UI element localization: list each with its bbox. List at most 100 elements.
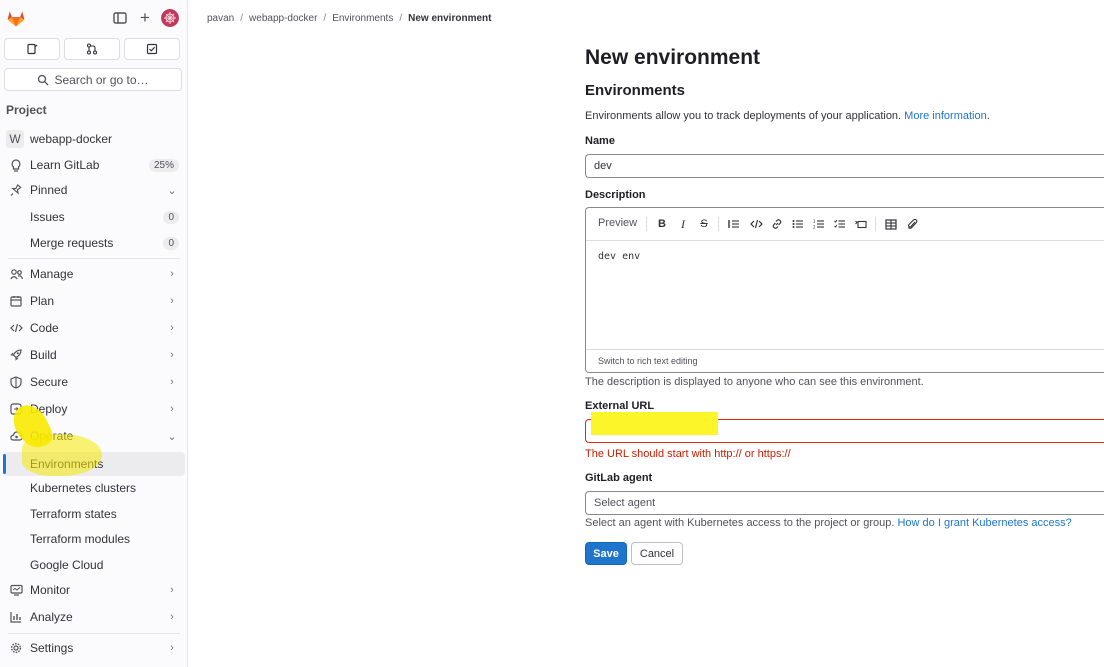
table-icon[interactable] (884, 217, 898, 231)
sidebar-item-label: Deploy (30, 402, 68, 416)
preview-tab[interactable]: Preview (598, 217, 637, 229)
agent-select[interactable]: Select agent (585, 491, 1104, 515)
active-indicator (3, 454, 6, 474)
sidebar: + Search or go to… Project W webapp-dock… (0, 0, 188, 667)
code-icon (8, 320, 24, 336)
breadcrumb-current[interactable]: New environment (408, 13, 491, 24)
name-label: Name (585, 135, 615, 147)
indent-icon[interactable] (854, 217, 868, 231)
monitor-icon (8, 582, 24, 598)
sidebar-item-label: Settings (30, 641, 74, 655)
sidebar-item-label: Monitor (30, 583, 71, 597)
project-link[interactable]: W webapp-docker (4, 127, 185, 151)
sidebar-item-label: Issues (30, 210, 65, 224)
chevron-right-icon: › (170, 403, 174, 415)
sidebar-item-google-cloud[interactable]: Google Cloud (4, 553, 185, 577)
external-url-label: External URL (585, 400, 655, 412)
chevron-right-icon: › (170, 376, 174, 388)
sidebar-item-plan[interactable]: Plan › (4, 289, 185, 313)
search-button[interactable]: Search or go to… (4, 68, 182, 91)
svg-text:1: 1 (813, 219, 816, 224)
editor-toolbar: Preview B I S 12 (586, 208, 1104, 241)
task-list-icon[interactable] (833, 217, 847, 231)
sidebar-item-label: Pinned (30, 183, 68, 197)
italic-icon[interactable]: I (676, 217, 690, 231)
chevron-right-icon: › (170, 268, 174, 280)
description-label: Description (585, 189, 646, 201)
paperclip-icon[interactable] (905, 217, 919, 231)
breadcrumb-item[interactable]: pavan (207, 13, 234, 24)
sidebar-item-terraform-modules[interactable]: Terraform modules (4, 527, 185, 551)
chevron-right-icon: › (170, 584, 174, 596)
intro-period: . (986, 110, 990, 122)
kubernetes-access-link[interactable]: How do I grant Kubernetes access? (897, 517, 1071, 529)
sidebar-item-label: Manage (30, 267, 74, 281)
switch-rich-text-button[interactable]: Switch to rich text editing (598, 356, 698, 366)
sidebar-item-monitor[interactable]: Monitor › (4, 578, 185, 602)
sidebar-item-build[interactable]: Build › (4, 343, 185, 367)
quote-icon[interactable] (727, 217, 741, 231)
gitlab-logo-icon[interactable] (6, 8, 26, 28)
agent-select-placeholder: Select agent (594, 497, 656, 509)
description-editor: Preview B I S 12 dev env Switch to rich … (585, 207, 1104, 373)
chevron-right-icon: › (170, 295, 174, 307)
agent-help-text: Select an agent with Kubernetes access t… (585, 517, 1072, 529)
chevron-right-icon: › (170, 322, 174, 334)
sidebar-item-merge-requests[interactable]: Merge requests 0 (4, 231, 185, 255)
issues-icon (27, 43, 38, 55)
sidebar-item-terraform-states[interactable]: Terraform states (4, 502, 185, 526)
gitlab-agent-label: GitLab agent (585, 472, 653, 484)
create-new-icon[interactable]: + (137, 8, 153, 27)
more-information-link[interactable]: More information (904, 110, 987, 122)
code-icon[interactable] (749, 217, 763, 231)
sidebar-item-analyze[interactable]: Analyze › (4, 605, 185, 629)
breadcrumb-item[interactable]: webapp-docker (249, 13, 317, 24)
bold-icon[interactable]: B (655, 217, 669, 231)
issues-shortcut-button[interactable] (4, 38, 60, 60)
breadcrumb-separator: / (323, 13, 327, 24)
description-help-text: The description is displayed to anyone w… (585, 376, 924, 388)
strikethrough-icon[interactable]: S (697, 217, 711, 231)
section-heading: Environments (585, 82, 686, 99)
agent-help-description: Select an agent with Kubernetes access t… (585, 517, 895, 529)
page-title: New environment (585, 46, 761, 69)
sidebar-item-pinned[interactable]: Pinned ⌄ (4, 178, 185, 202)
todos-shortcut-button[interactable] (124, 38, 180, 60)
breadcrumb-item[interactable]: Environments (332, 13, 393, 24)
save-button[interactable]: Save (585, 542, 627, 565)
merge-request-icon (86, 43, 98, 55)
sidebar-item-manage[interactable]: Manage › (4, 262, 185, 286)
divider (8, 633, 180, 634)
name-field[interactable] (585, 154, 1104, 178)
search-icon (38, 74, 49, 85)
cancel-button[interactable]: Cancel (631, 542, 683, 565)
sidebar-item-learn-gitlab[interactable]: Learn GitLab 25% (4, 153, 185, 177)
sidebar-item-label: Terraform states (30, 507, 117, 521)
sidebar-item-settings[interactable]: Settings › (4, 636, 185, 660)
intro-description: Environments allow you to track deployme… (585, 110, 902, 122)
link-icon[interactable] (770, 217, 784, 231)
gear-icon (8, 640, 24, 656)
chevron-right-icon: › (170, 611, 174, 623)
calendar-icon (8, 293, 24, 309)
users-icon (8, 266, 24, 282)
numbered-list-icon[interactable]: 12 (812, 217, 826, 231)
collapse-sidebar-icon[interactable] (112, 10, 128, 26)
intro-text: Environments allow you to track deployme… (585, 110, 990, 122)
merge-requests-shortcut-button[interactable] (64, 38, 120, 60)
sidebar-item-kubernetes-clusters[interactable]: Kubernetes clusters (4, 476, 185, 500)
sidebar-item-label: Secure (30, 375, 69, 389)
toolbar-divider (718, 217, 719, 231)
sidebar-item-label: Merge requests (30, 236, 114, 250)
svg-text:2: 2 (813, 225, 816, 230)
sidebar-top: + (0, 0, 188, 38)
sidebar-item-secure[interactable]: Secure › (4, 370, 185, 394)
bullet-list-icon[interactable] (791, 217, 805, 231)
chart-icon (8, 609, 24, 625)
sidebar-item-issues[interactable]: Issues 0 (4, 205, 185, 229)
description-textarea[interactable]: dev env (598, 251, 640, 262)
todo-icon (146, 43, 158, 55)
user-avatar[interactable] (161, 9, 179, 27)
sidebar-item-code[interactable]: Code › (4, 316, 185, 340)
thumbtack-icon (8, 182, 24, 198)
